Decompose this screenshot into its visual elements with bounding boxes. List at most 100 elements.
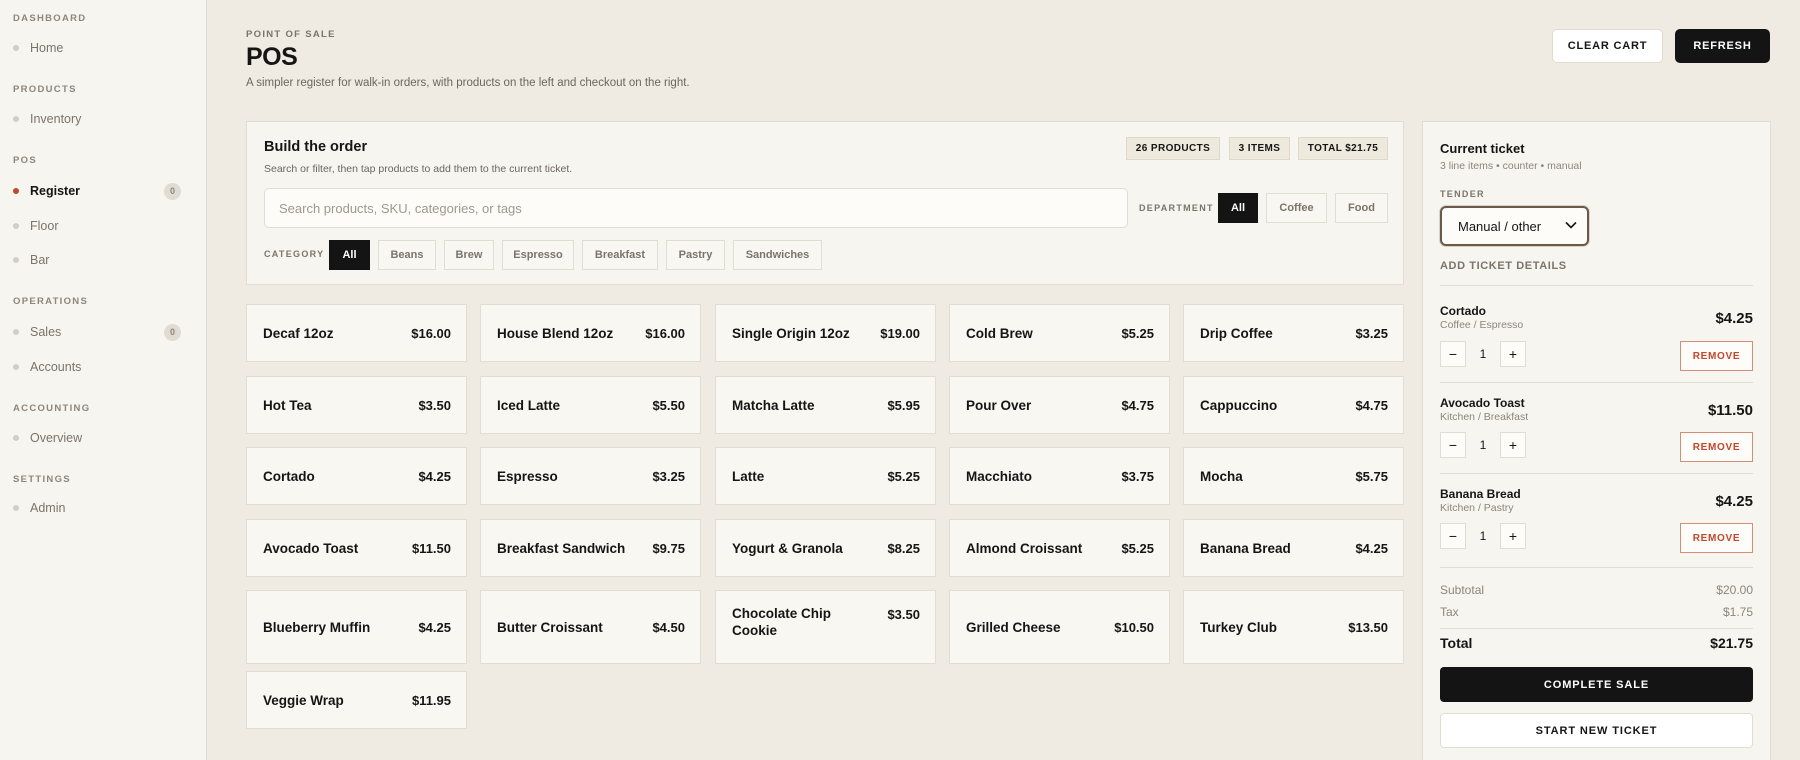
product-card[interactable]: Breakfast Sandwich $9.75 (480, 519, 701, 577)
product-price: $5.25 (1121, 326, 1154, 341)
product-price: $16.00 (645, 326, 685, 341)
product-card[interactable]: Butter Croissant $4.50 (480, 590, 701, 664)
sidebar-section-products: PRODUCTS (13, 84, 77, 95)
product-card[interactable]: Macchiato $3.75 (949, 447, 1170, 505)
sidebar-item-bar[interactable]: Bar (13, 247, 181, 273)
product-card[interactable]: Cappuccino $4.75 (1183, 376, 1404, 434)
sidebar-section-dashboard: DASHBOARD (13, 13, 87, 24)
product-price: $4.75 (1355, 398, 1388, 413)
line-item-price: $4.25 (1715, 493, 1753, 510)
add-ticket-details-link[interactable]: ADD TICKET DETAILS (1440, 260, 1567, 272)
refresh-button[interactable]: REFRESH (1675, 29, 1770, 63)
product-name: Decaf 12oz (263, 326, 334, 341)
product-price: $4.25 (1355, 541, 1388, 556)
product-card[interactable]: Iced Latte $5.50 (480, 376, 701, 434)
category-filter-pastry[interactable]: Pastry (666, 240, 725, 270)
product-card[interactable]: House Blend 12oz $16.00 (480, 304, 701, 362)
quantity-value: 1 (1479, 438, 1487, 452)
sidebar-item-accounts[interactable]: Accounts (13, 354, 181, 380)
product-name: Banana Bread (1200, 541, 1291, 556)
product-name: Hot Tea (263, 398, 312, 413)
product-card[interactable]: Banana Bread $4.25 (1183, 519, 1404, 577)
product-price: $5.25 (887, 469, 920, 484)
remove-line-button[interactable]: REMOVE (1680, 523, 1753, 553)
product-card[interactable]: Mocha $5.75 (1183, 447, 1404, 505)
tender-select[interactable]: Manual / other (1440, 206, 1589, 246)
sidebar-item-inventory[interactable]: Inventory (13, 106, 181, 132)
product-name: Drip Coffee (1200, 326, 1273, 341)
product-name: Mocha (1200, 469, 1243, 484)
product-card[interactable]: Veggie Wrap $11.95 (246, 671, 467, 729)
increase-quantity-button[interactable]: + (1500, 432, 1526, 458)
category-filter-espresso[interactable]: Espresso (502, 240, 574, 270)
line-item-name: Avocado Toast (1440, 396, 1525, 410)
panel-subtitle: Search or filter, then tap products to a… (264, 163, 573, 175)
category-filter-beans[interactable]: Beans (378, 240, 436, 270)
product-card[interactable]: Hot Tea $3.50 (246, 376, 467, 434)
category-filter-breakfast[interactable]: Breakfast (582, 240, 658, 270)
sidebar-item-home[interactable]: Home (13, 35, 181, 61)
product-card[interactable]: Drip Coffee $3.25 (1183, 304, 1404, 362)
product-card[interactable]: Cold Brew $5.25 (949, 304, 1170, 362)
product-card[interactable]: Decaf 12oz $16.00 (246, 304, 467, 362)
increase-quantity-button[interactable]: + (1500, 523, 1526, 549)
product-card[interactable]: Avocado Toast $11.50 (246, 519, 467, 577)
decrease-quantity-button[interactable]: − (1440, 341, 1466, 367)
product-card[interactable]: Almond Croissant $5.25 (949, 519, 1170, 577)
search-input[interactable] (264, 188, 1128, 228)
sidebar-item-register[interactable]: Register 0 (13, 178, 181, 204)
divider (1440, 285, 1753, 286)
product-price: $4.25 (418, 469, 451, 484)
product-card[interactable]: Latte $5.25 (715, 447, 936, 505)
start-new-ticket-button[interactable]: START NEW TICKET (1440, 713, 1753, 748)
bullet-icon (13, 329, 19, 335)
product-card[interactable]: Espresso $3.25 (480, 447, 701, 505)
items-count-chip: 3 ITEMS (1229, 137, 1290, 160)
category-label: CATEGORY (264, 249, 325, 259)
product-card[interactable]: Turkey Club $13.50 (1183, 590, 1404, 664)
product-name: Yogurt & Granola (732, 541, 843, 556)
sidebar-item-sales[interactable]: Sales 0 (13, 319, 181, 345)
category-filter-brew[interactable]: Brew (444, 240, 494, 270)
department-filter-food[interactable]: Food (1335, 193, 1388, 223)
product-card[interactable]: Matcha Latte $5.95 (715, 376, 936, 434)
total-value: $21.75 (1710, 635, 1753, 651)
product-card[interactable]: Yogurt & Granola $8.25 (715, 519, 936, 577)
product-card[interactable]: Single Origin 12oz $19.00 (715, 304, 936, 362)
sidebar-item-admin[interactable]: Admin (13, 495, 181, 521)
product-price: $5.95 (887, 398, 920, 413)
product-card[interactable]: Grilled Cheese $10.50 (949, 590, 1170, 664)
divider (1440, 473, 1753, 474)
remove-line-button[interactable]: REMOVE (1680, 432, 1753, 462)
page-eyebrow: POINT OF SALE (246, 29, 336, 40)
sidebar-item-label: Sales (30, 325, 62, 339)
decrease-quantity-button[interactable]: − (1440, 523, 1466, 549)
product-card[interactable]: Cortado $4.25 (246, 447, 467, 505)
clear-cart-button[interactable]: CLEAR CART (1552, 29, 1663, 63)
product-card[interactable]: Blueberry Muffin $4.25 (246, 590, 467, 664)
plus-icon: + (1508, 346, 1518, 362)
panel-title: Build the order (264, 139, 368, 155)
department-filter-coffee[interactable]: Coffee (1266, 193, 1327, 223)
bullet-icon (13, 116, 19, 122)
product-name: Espresso (497, 469, 558, 484)
product-price: $13.50 (1348, 620, 1388, 635)
sidebar-item-label: Admin (30, 501, 66, 515)
remove-line-button[interactable]: REMOVE (1680, 341, 1753, 371)
product-card[interactable]: Chocolate Chip Cookie $3.50 (715, 590, 936, 664)
increase-quantity-button[interactable]: + (1500, 341, 1526, 367)
category-filter-sandwiches[interactable]: Sandwiches (733, 240, 822, 270)
complete-sale-button[interactable]: COMPLETE SALE (1440, 667, 1753, 702)
product-name: Breakfast Sandwich (497, 541, 626, 556)
product-price: $5.75 (1355, 469, 1388, 484)
product-name: Chocolate Chip Cookie (732, 606, 832, 638)
sidebar-item-floor[interactable]: Floor (13, 213, 181, 239)
product-price: $3.50 (418, 398, 451, 413)
category-filter-all[interactable]: All (329, 240, 370, 270)
product-card[interactable]: Pour Over $4.75 (949, 376, 1170, 434)
department-filter-all[interactable]: All (1218, 193, 1258, 223)
current-ticket-panel: Current ticket 3 line items • counter • … (1422, 121, 1771, 760)
decrease-quantity-button[interactable]: − (1440, 432, 1466, 458)
sidebar-item-overview[interactable]: Overview (13, 425, 181, 451)
line-item-price: $4.25 (1715, 310, 1753, 327)
